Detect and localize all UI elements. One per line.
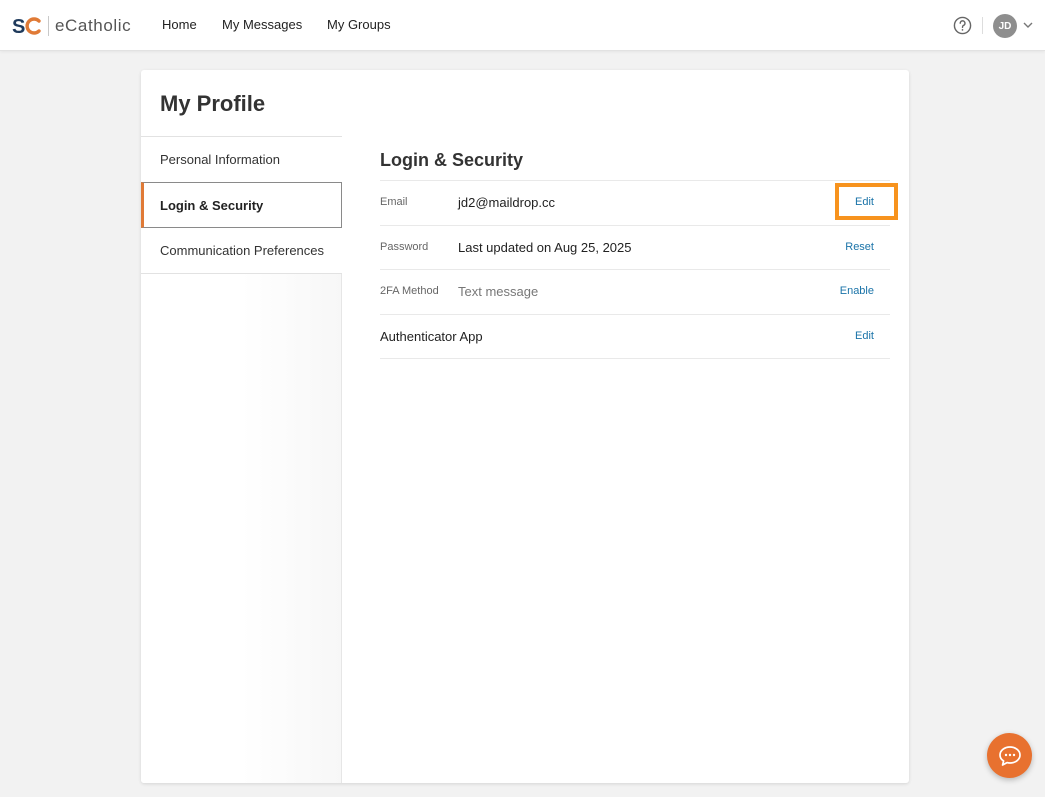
edit-email-link[interactable]: Edit [855,196,874,208]
authenticator-app-row: Authenticator App Edit [380,314,890,359]
email-value: jd2@maildrop.cc [458,195,556,210]
password-row: Password Last updated on Aug 25, 2025 Re… [380,225,890,270]
reset-password-link[interactable]: Reset [845,241,874,253]
password-value: Last updated on Aug 25, 2025 [458,240,632,255]
sidebar-item-label: Communication Preferences [160,243,325,258]
enable-2fa-link[interactable]: Enable [840,285,874,297]
ecatholic-logo[interactable]: S eCatholic [12,13,131,39]
two-factor-value: Text message [458,284,539,299]
nav-my-groups-link[interactable]: My Groups [327,17,391,32]
user-avatar[interactable]: JD [993,14,1017,38]
logo-text: eCatholic [55,16,132,35]
sidebar-item-communication-preferences[interactable]: Communication Preferences [141,228,342,274]
edit-authenticator-app-link[interactable]: Edit [855,330,874,342]
sc-logo-mark: S [12,16,44,36]
chevron-down-icon[interactable] [1023,21,1033,29]
chat-bubble-icon [998,745,1021,766]
chat-button[interactable] [987,733,1032,778]
authenticator-app-label: Authenticator App [380,329,483,344]
nav-divider [982,17,983,34]
logo-divider [48,16,49,36]
page-title: My Profile [160,91,266,116]
sidebar-item-login-security[interactable]: Login & Security [141,182,342,228]
profile-card: My Profile Personal Information Login & … [141,70,909,783]
top-navigation-bar: S eCatholic Home My Messages My Groups J… [0,0,1045,51]
nav-home-link[interactable]: Home [162,17,197,32]
svg-text:S: S [12,16,25,36]
section-title: Login & Security [380,150,524,170]
sidebar-item-label: Personal Information [160,152,280,167]
email-row: Email jd2@maildrop.cc Edit [380,180,890,225]
help-circle-icon[interactable] [953,16,972,35]
nav-my-messages-link[interactable]: My Messages [222,17,302,32]
two-factor-row: 2FA Method Text message Enable [380,269,890,314]
sidebar-item-personal-information[interactable]: Personal Information [141,137,342,183]
password-label: Password [380,241,429,253]
sidebar-item-label: Login & Security [160,197,264,213]
email-label: Email [380,196,408,208]
two-factor-label: 2FA Method [380,285,439,297]
